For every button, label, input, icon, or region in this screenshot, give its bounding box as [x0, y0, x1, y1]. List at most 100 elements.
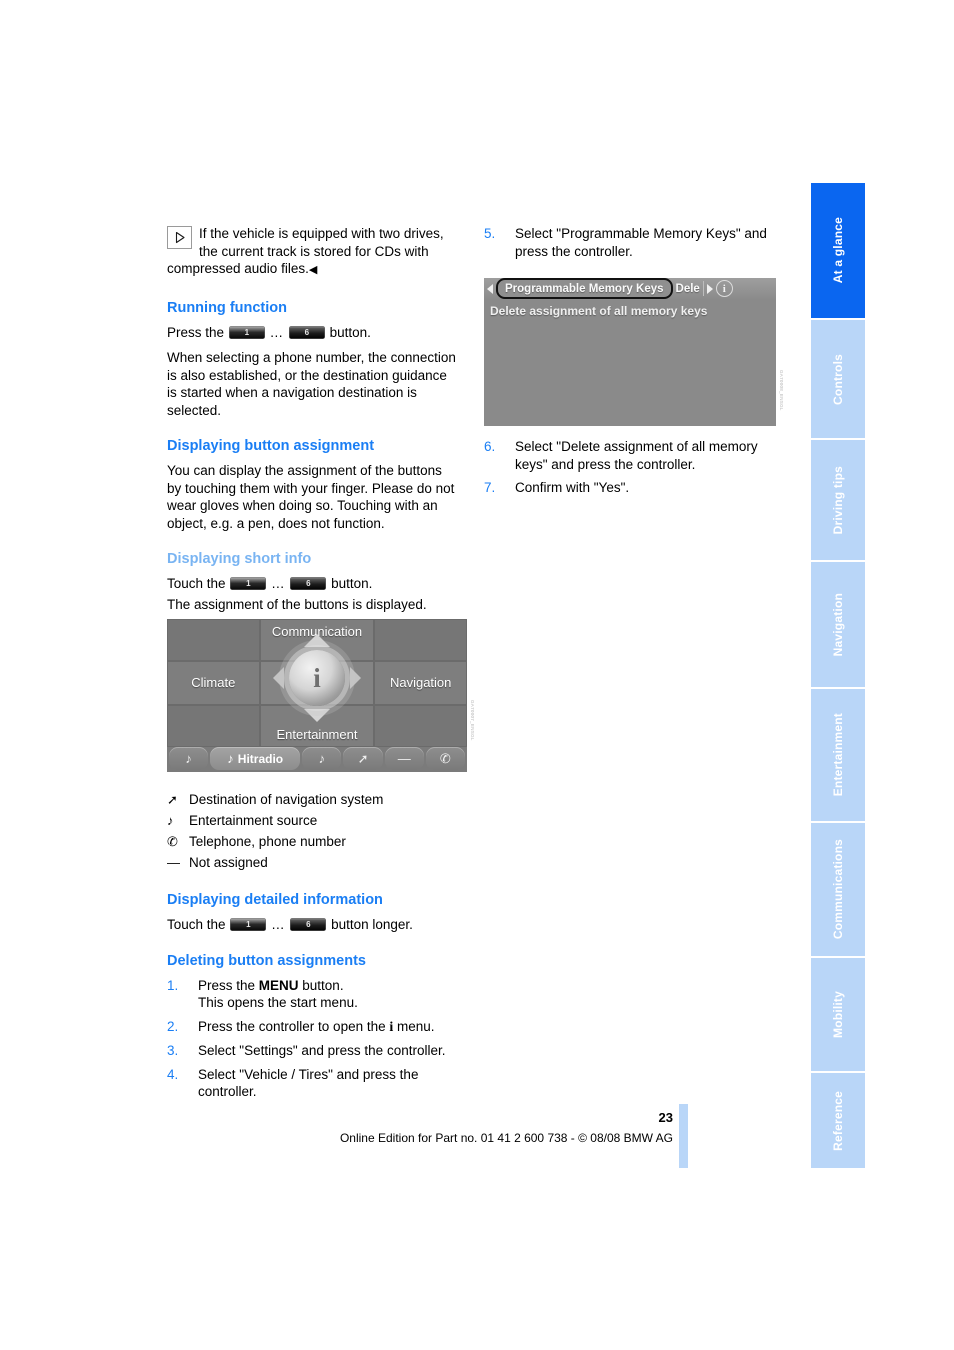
instruction-prefix: Touch the	[167, 576, 226, 591]
legend-label: Telephone, phone number	[189, 834, 346, 849]
memory-key-6[interactable]: ✆	[425, 747, 465, 770]
music-note-icon: ♪	[167, 813, 174, 828]
breadcrumb-divider	[702, 281, 704, 296]
step-number: 7.	[484, 480, 496, 495]
list-item: 6. Select "Delete assignment of all memo…	[484, 438, 776, 473]
sidebar-item-communications[interactable]: Communications	[811, 823, 865, 956]
step-text-pre: Press the	[198, 977, 259, 993]
music-note-icon: ♪	[227, 751, 234, 766]
instruction-prefix: Touch the	[167, 917, 226, 932]
step-number: 3.	[167, 1043, 179, 1058]
tab-label: At a glance	[831, 217, 845, 284]
dash-icon: —	[167, 855, 180, 870]
dash-icon: —	[397, 751, 411, 766]
manual-page: If the vehicle is equipped with two driv…	[0, 0, 954, 1350]
breadcrumb-next[interactable]: Dele	[676, 283, 700, 295]
step-text-pre: Select "Vehicle / Tires" and press the c…	[198, 1066, 419, 1100]
arrow-right-icon[interactable]	[706, 283, 713, 294]
tab-label: Navigation	[831, 592, 845, 657]
legend-label: Entertainment source	[189, 813, 318, 828]
tab-label: Reference	[831, 1090, 845, 1151]
list-item: 2. Press the controller to open the i me…	[167, 1018, 459, 1037]
step-number: 2.	[167, 1018, 179, 1034]
running-function-paragraph: When selecting a phone number, the conne…	[167, 350, 456, 418]
key-range-ellipsis: …	[269, 324, 285, 340]
note-end-mark: ◀	[308, 264, 318, 276]
sidebar-item-reference[interactable]: Reference	[811, 1073, 865, 1168]
info-circle-icon[interactable]: i	[715, 280, 733, 297]
start-menu-cell-communication[interactable]: Communication	[259, 619, 375, 661]
idrive-memory-keys-screenshot: Programmable Memory Keys Dele i Delete a…	[484, 278, 776, 426]
step-number: 6.	[484, 439, 496, 454]
footer-text: Online Edition for Part no. 01 41 2 600 …	[339, 1131, 673, 1145]
list-item: 5. Select "Programmable Memory Keys" and…	[484, 225, 776, 260]
chapter-tab-rail: At a glance Controls Driving tips Naviga…	[811, 183, 865, 1168]
note-text: If the vehicle is equipped with two driv…	[167, 226, 444, 276]
heading-displaying-detailed-information: Displaying detailed information	[167, 892, 383, 908]
menu-list-area: Delete assignment of all memory keys	[484, 299, 776, 323]
sidebar-item-controls[interactable]: Controls	[811, 320, 865, 438]
symbol-legend-list: ➚ Destination of navigation system ♪ Ent…	[167, 789, 459, 873]
heading-deleting-button-assignments: Deleting button assignments	[167, 952, 366, 969]
start-menu-cell-top-left	[167, 619, 260, 661]
list-item: 7. Confirm with "Yes".	[484, 479, 776, 497]
heading-running-function: Running function	[167, 299, 287, 316]
arrow-left-icon[interactable]	[487, 283, 493, 294]
list-item: ♪ Entertainment source	[167, 810, 459, 831]
memory-key-2[interactable]: ♪ Hitradio	[210, 747, 301, 770]
idrive-start-menu-screenshot: Communication Climate Navigation Enterta…	[167, 619, 467, 772]
memory-key-1-graphic	[228, 325, 265, 339]
memory-key-4[interactable]: ➚	[343, 747, 383, 770]
memory-key-3[interactable]: ♪	[302, 747, 342, 770]
step-number: 5.	[484, 226, 496, 241]
sidebar-item-entertainment[interactable]: Entertainment	[811, 689, 865, 821]
footer-marker-bar	[679, 1104, 688, 1168]
list-item: ➚ Destination of navigation system	[167, 789, 459, 810]
navigation-arrow-icon: ➚	[167, 792, 178, 807]
menu-entry-delete-all[interactable]: Delete assignment of all memory keys	[490, 304, 770, 318]
music-note-icon: ♪	[185, 751, 192, 766]
memory-key-label: Hitradio	[237, 751, 284, 766]
key-range-ellipsis: …	[271, 917, 286, 932]
step-text-post: menu.	[393, 1018, 435, 1034]
memory-key-6-graphic	[290, 918, 327, 931]
memory-key-5[interactable]: —	[384, 747, 424, 770]
breadcrumb-selected[interactable]: Programmable Memory Keys	[496, 278, 673, 299]
short-info-result: The assignment of the buttons is display…	[167, 596, 427, 612]
tab-label: Communications	[831, 839, 845, 940]
image-credit-start-menu: GA70007_ENSGL	[470, 700, 475, 741]
note-block: If the vehicle is equipped with two driv…	[167, 225, 459, 280]
telephone-handset-icon: ✆	[167, 834, 178, 849]
memory-key-1[interactable]: ♪	[169, 747, 209, 770]
sidebar-item-driving-tips[interactable]: Driving tips	[811, 440, 865, 560]
tab-label: Mobility	[831, 991, 845, 1038]
displaying-button-assignment-paragraph: You can display the assignment of the bu…	[167, 463, 455, 531]
start-menu-cell-bottom-right	[374, 705, 467, 747]
list-item: ✆ Telephone, phone number	[167, 831, 459, 852]
sidebar-item-mobility[interactable]: Mobility	[811, 958, 865, 1071]
navigation-arrow-icon: ➚	[357, 750, 369, 766]
start-menu-cell-climate[interactable]: Climate	[167, 660, 260, 706]
instruction-suffix: button.	[329, 324, 371, 340]
start-menu-cell-navigation[interactable]: Navigation	[374, 660, 467, 706]
heading-displaying-short-info: Displaying short info	[167, 551, 312, 567]
list-item: 3. Select "Settings" and press the contr…	[167, 1042, 459, 1060]
start-menu-cell-bottom-left	[167, 705, 260, 747]
start-menu-cell-center	[259, 660, 375, 706]
key-range-ellipsis: …	[271, 576, 286, 591]
right-steps-bottom: 6. Select "Delete assignment of all memo…	[484, 438, 776, 497]
sidebar-item-at-a-glance[interactable]: At a glance	[811, 183, 865, 318]
step-text-extra: This opens the start menu.	[198, 995, 358, 1010]
step-text: Select "Delete assignment of all memory …	[515, 439, 758, 472]
list-item: — Not assigned	[167, 852, 459, 873]
tab-label: Driving tips	[831, 465, 845, 535]
detailed-info-instruction: Touch the … button longer.	[167, 916, 459, 934]
memory-key-row: ♪ ♪ Hitradio ♪ ➚ — ✆	[167, 747, 467, 772]
start-menu-cell-entertainment[interactable]: Entertainment	[259, 705, 375, 747]
heading-displaying-button-assignment: Displaying button assignment	[167, 438, 375, 454]
instruction-suffix: button longer.	[331, 917, 413, 932]
legend-label: Destination of navigation system	[189, 792, 384, 807]
sidebar-item-navigation[interactable]: Navigation	[811, 562, 865, 687]
memory-key-6-graphic	[288, 325, 325, 339]
list-item: 4. Select "Vehicle / Tires" and press th…	[167, 1066, 459, 1101]
